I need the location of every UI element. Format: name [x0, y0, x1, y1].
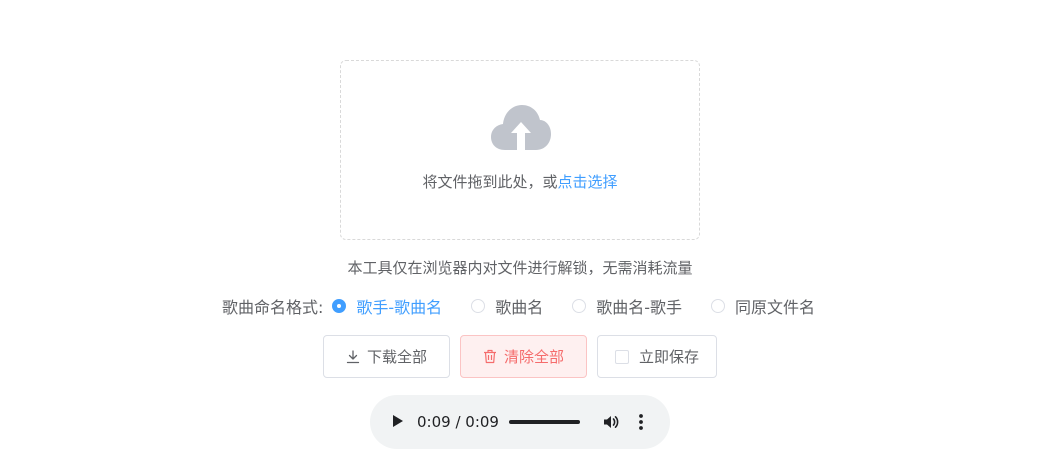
- naming-format-label: 歌曲命名格式:: [222, 298, 324, 317]
- naming-format-group: 歌曲命名格式: 歌手-歌曲名 歌曲名 歌曲名-歌手 同原文件名: [222, 295, 815, 317]
- trash-icon: [483, 349, 496, 364]
- radio-song[interactable]: 歌曲名: [471, 294, 543, 318]
- radio-label: 歌曲名-歌手: [596, 298, 682, 317]
- radio-indicator[interactable]: [572, 299, 587, 313]
- audio-progress-bar[interactable]: [509, 420, 580, 424]
- radio-label: 歌手-歌曲名: [356, 298, 443, 317]
- download-all-button[interactable]: 下载全部: [323, 335, 450, 378]
- audio-time: 0:09 / 0:09: [417, 413, 499, 431]
- radio-song-singer[interactable]: 歌曲名-歌手: [572, 294, 682, 318]
- radio-indicator[interactable]: [710, 299, 725, 313]
- radio-label: 同原文件名: [734, 298, 815, 317]
- upload-cloud-icon: [491, 105, 551, 150]
- clear-all-label: 清除全部: [503, 348, 564, 366]
- download-icon: [346, 349, 360, 363]
- radio-original-filename[interactable]: 同原文件名: [710, 294, 815, 318]
- click-select-link[interactable]: 点击选择: [558, 173, 618, 191]
- radio-indicator[interactable]: [332, 299, 347, 313]
- download-all-label: 下载全部: [366, 348, 427, 366]
- radio-singer-song[interactable]: 歌手-歌曲名: [332, 294, 442, 318]
- upload-text-prefix: 将文件拖到此处，或: [422, 173, 558, 191]
- play-icon[interactable]: [392, 414, 404, 428]
- upload-instruction: 将文件拖到此处，或点击选择: [341, 171, 699, 192]
- audio-player: 0:09 / 0:09: [370, 395, 670, 449]
- more-vertical-icon[interactable]: [638, 413, 644, 431]
- volume-icon[interactable]: [602, 413, 620, 431]
- radio-indicator[interactable]: [471, 299, 486, 313]
- info-tip: 本工具仅在浏览器内对文件进行解锁，无需消耗流量: [347, 259, 693, 277]
- upload-dropzone[interactable]: 将文件拖到此处，或点击选择: [340, 60, 700, 240]
- clear-all-button[interactable]: 清除全部: [460, 335, 587, 378]
- save-now-label: 立即保存: [638, 348, 699, 366]
- save-now-checkbox[interactable]: 立即保存: [597, 335, 717, 378]
- checkbox-indicator[interactable]: [614, 349, 629, 364]
- radio-label: 歌曲名: [495, 298, 544, 317]
